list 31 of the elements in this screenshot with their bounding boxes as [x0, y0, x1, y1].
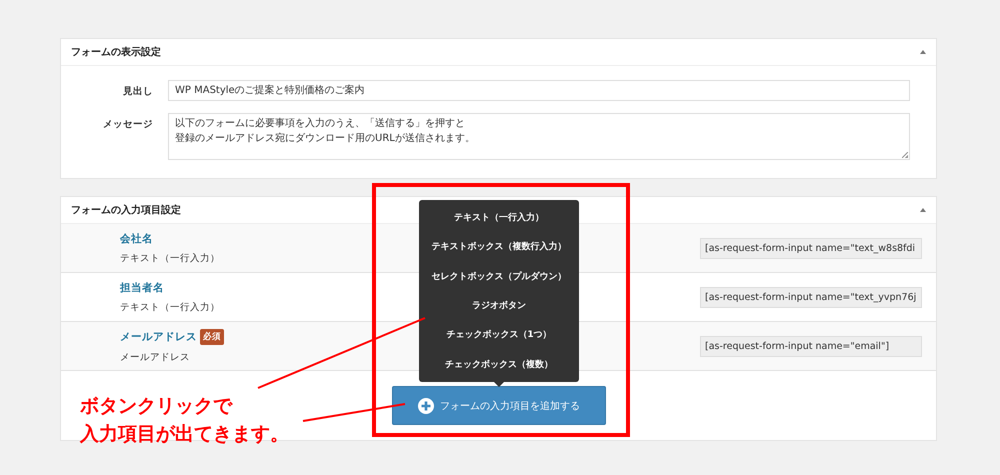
field-name-link[interactable]: 会社名	[120, 232, 153, 246]
field-type: テキスト（一行入力）	[120, 300, 220, 314]
message-line: 登録のメールアドレス宛にダウンロード用のURLが送信されます。	[175, 132, 475, 146]
field-label: 見出し	[122, 85, 154, 98]
collapse-icon[interactable]	[920, 208, 926, 212]
field-name-link[interactable]: メールアドレス	[120, 330, 197, 344]
field-type: メールアドレス	[120, 350, 191, 364]
shortcode-field[interactable]: [as-request-form-input name="email"]	[700, 336, 922, 356]
resize-handle-icon[interactable]	[902, 152, 908, 158]
required-badge: 必須	[200, 328, 224, 344]
menu-item[interactable]: テキストボックス（複数行入力）	[432, 240, 566, 254]
shortcode-field[interactable]: [as-request-form-input name="text_yvpn76j	[700, 286, 922, 308]
menu-item[interactable]: テキスト（一行入力）	[454, 211, 544, 224]
menu-item[interactable]: ラジオボタン	[472, 299, 526, 312]
field-name-link[interactable]: 担当者名	[120, 280, 164, 294]
message-line: 以下のフォームに必要事項を入力のうえ、「送信する」を押すと	[175, 116, 465, 131]
message-textarea[interactable]: 以下のフォームに必要事項を入力のうえ、「送信する」を押すと 登録のメールアドレス宛にダウンロード用のURLが送信されます。	[168, 113, 910, 160]
annotation-text: ボタンクリックで	[80, 395, 234, 417]
field-label: メッセージ	[102, 118, 154, 131]
shortcode-field[interactable]: [as-request-form-input name="text_w8s8fdi	[700, 238, 922, 258]
panel-title: フォームの表示設定	[71, 45, 161, 59]
menu-item[interactable]: チェックボックス（複数）	[445, 358, 553, 371]
plus-icon	[418, 398, 434, 414]
menu-item[interactable]: セレクトボックス（プルダウン）	[432, 270, 566, 283]
menu-item[interactable]: チェックボックス（1つ）	[446, 328, 552, 342]
add-field-button[interactable]: フォームの入力項目を追加する	[392, 386, 606, 425]
panel-title: フォームの入力項目設定	[71, 203, 181, 217]
field-type: テキスト（一行入力）	[120, 252, 220, 264]
collapse-icon[interactable]	[920, 50, 926, 54]
heading-input[interactable]: WP MAStyleのご提案と特別価格のご案内	[168, 80, 910, 101]
annotation-text: 入力項目が出てきます。	[80, 423, 289, 445]
